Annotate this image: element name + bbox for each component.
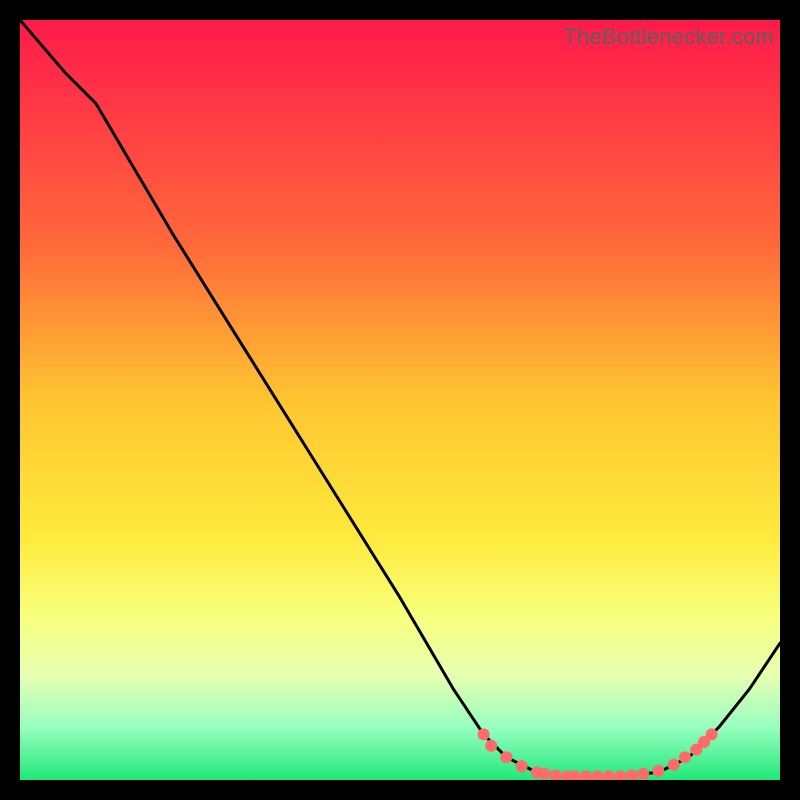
watermark-text: TheBottlenecker.com: [564, 24, 774, 50]
data-marker: [679, 751, 691, 763]
chart-frame: TheBottlenecker.com: [20, 20, 780, 780]
data-marker: [637, 768, 649, 780]
data-marker: [516, 760, 528, 772]
chart-svg: [20, 20, 780, 780]
data-marker: [500, 751, 512, 763]
data-marker: [668, 759, 680, 771]
data-marker: [478, 728, 490, 740]
chart-background: [20, 20, 780, 780]
data-marker: [538, 768, 550, 780]
data-marker: [652, 765, 664, 777]
data-marker: [706, 728, 718, 740]
data-marker: [485, 740, 497, 752]
